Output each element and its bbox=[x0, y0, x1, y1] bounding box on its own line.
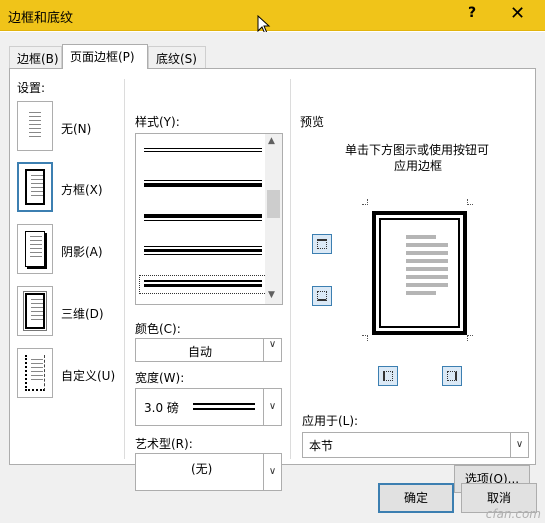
style-option-selected[interactable] bbox=[139, 275, 267, 294]
page-border-panel: 设置: 无(N) 方框(X) 阴影(A) 三维(D) 自定义(U) 样式(Y):… bbox=[9, 68, 536, 493]
tab-page-border[interactable]: 页面边框(P) bbox=[62, 44, 148, 69]
setting-shadow-label: 阴影(A) bbox=[61, 245, 103, 259]
style-option-thick-thin[interactable] bbox=[144, 180, 262, 188]
setting-3d-button[interactable] bbox=[17, 286, 53, 336]
top-border-button[interactable] bbox=[312, 234, 332, 254]
color-value: 自动 bbox=[188, 345, 213, 359]
setting-custom-label: 自定义(U) bbox=[61, 369, 116, 383]
right-border-icon bbox=[447, 371, 457, 381]
width-sample-line-2 bbox=[193, 408, 255, 410]
chevron-down-icon[interactable]: ∨ bbox=[263, 339, 281, 361]
chevron-down-icon[interactable]: ∨ bbox=[263, 389, 281, 425]
page-none-icon bbox=[25, 108, 45, 144]
help-button[interactable]: ? bbox=[468, 5, 476, 21]
left-border-button[interactable] bbox=[378, 366, 398, 386]
chevron-down-icon[interactable]: ∨ bbox=[263, 454, 281, 490]
setting-none-button[interactable] bbox=[17, 101, 53, 151]
corner-mark bbox=[362, 335, 368, 341]
style-scrollbar[interactable]: ▲ ▼ bbox=[265, 134, 282, 304]
style-option-thin-thick[interactable] bbox=[144, 214, 262, 222]
ok-button[interactable]: 确定 bbox=[378, 483, 454, 513]
setting-shadow-button[interactable] bbox=[17, 224, 53, 274]
page-box-icon bbox=[25, 169, 45, 205]
page-3d-icon bbox=[23, 291, 47, 331]
color-label: 颜色(C): bbox=[135, 322, 181, 336]
tab-shading[interactable]: 底纹(S) bbox=[148, 46, 206, 68]
preview-hint-line2: 应用边框 bbox=[394, 159, 443, 173]
style-header: 样式(Y): bbox=[135, 115, 180, 129]
width-sample-line-1 bbox=[193, 403, 255, 405]
right-border-button[interactable] bbox=[442, 366, 462, 386]
page-shadow-icon bbox=[25, 231, 45, 267]
color-select[interactable]: 自动 ∨ bbox=[135, 338, 282, 362]
scroll-down-icon[interactable]: ▼ bbox=[268, 290, 275, 300]
width-value: 3.0 磅 bbox=[144, 401, 179, 415]
close-button[interactable]: ✕ bbox=[510, 3, 525, 24]
bottom-border-icon bbox=[317, 291, 327, 301]
corner-mark bbox=[467, 199, 473, 205]
art-select[interactable]: (无) ∨ bbox=[135, 453, 282, 491]
style-option-thin-double[interactable] bbox=[144, 148, 262, 153]
preview-hint-line1: 单击下方图示或使用按钮可 bbox=[345, 143, 490, 157]
scroll-thumb[interactable] bbox=[267, 190, 280, 218]
art-value: (无) bbox=[191, 462, 213, 476]
top-border-icon bbox=[317, 239, 327, 249]
apply-to-select[interactable]: 本节 ∨ bbox=[302, 432, 529, 458]
window-title: 边框和底纹 bbox=[8, 11, 74, 26]
tab-borders[interactable]: 边框(B) bbox=[9, 46, 62, 68]
art-label: 艺术型(R): bbox=[135, 437, 193, 451]
separator-left bbox=[124, 79, 125, 459]
style-option-thin-thick-thin[interactable] bbox=[144, 246, 262, 255]
bottom-border-button[interactable] bbox=[312, 286, 332, 306]
setting-box-button[interactable] bbox=[17, 162, 53, 212]
apply-to-value: 本节 bbox=[309, 439, 334, 453]
dialog-body: 边框(B) 页面边框(P) 底纹(S) 设置: 无(N) 方框(X) 阴影(A)… bbox=[0, 32, 545, 523]
width-select[interactable]: 3.0 磅 ∨ bbox=[135, 388, 282, 426]
watermark-logo: cfan.com bbox=[485, 507, 541, 521]
left-border-icon bbox=[383, 371, 393, 381]
preview-header: 预览 bbox=[300, 115, 325, 129]
preview-page[interactable] bbox=[372, 211, 467, 335]
separator-right bbox=[290, 79, 291, 459]
setting-box-label: 方框(X) bbox=[61, 183, 103, 197]
chevron-down-icon[interactable]: ∨ bbox=[510, 433, 528, 457]
setting-none-label: 无(N) bbox=[61, 122, 92, 136]
style-listbox[interactable]: ▲ ▼ bbox=[135, 133, 283, 305]
width-label: 宽度(W): bbox=[135, 371, 185, 385]
title-bar: 边框和底纹 ? ✕ bbox=[0, 0, 545, 31]
setting-custom-button[interactable] bbox=[17, 348, 53, 398]
settings-header: 设置: bbox=[17, 81, 46, 95]
apply-to-label: 应用于(L): bbox=[302, 414, 359, 428]
scroll-up-icon[interactable]: ▲ bbox=[268, 136, 275, 146]
corner-mark bbox=[362, 199, 368, 205]
corner-mark bbox=[467, 335, 473, 341]
page-custom-icon bbox=[25, 355, 45, 391]
setting-3d-label: 三维(D) bbox=[61, 307, 104, 321]
